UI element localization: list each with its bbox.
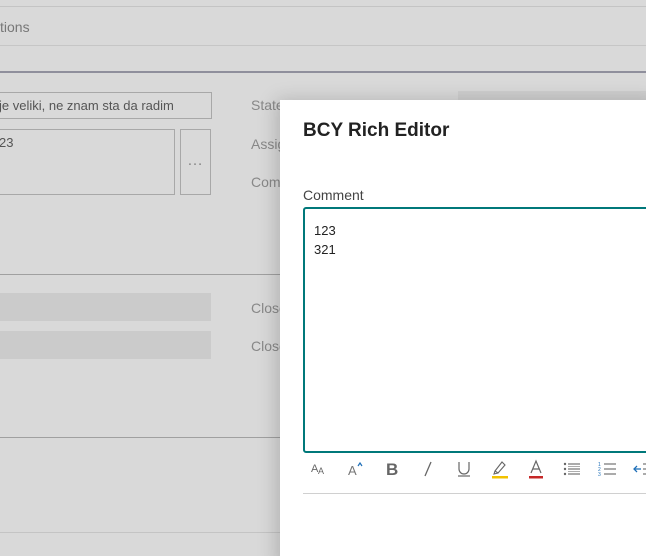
more-options-button[interactable]: … [180,129,211,195]
description-field[interactable]: 23 [0,129,175,195]
svg-text:A: A [348,463,357,477]
bullet-list-icon[interactable] [559,456,585,482]
readonly-field-2 [0,331,211,359]
section-divider [0,274,280,275]
page: tions je veliki, ne znam sta da radim 23… [0,0,646,556]
comment-line: 321 [314,242,336,257]
toolbar-divider [303,493,646,494]
svg-text:B: B [386,460,398,478]
superscript-icon[interactable]: A [343,456,369,482]
svg-text:3: 3 [598,472,601,477]
comment-editor[interactable]: 123 321 [303,207,646,453]
numbered-list-icon[interactable]: 123 [595,456,621,482]
comment-label-bg: Com [251,174,281,190]
comment-label: Comment [303,187,364,203]
dialog-title: BCY Rich Editor [303,120,450,141]
highlight-icon[interactable] [487,456,513,482]
formatting-toolbar: AA A B 1 2 3 [303,456,646,482]
italic-icon[interactable] [415,456,441,482]
header-divider [0,71,646,73]
comment-line: 123 [314,223,336,238]
svg-text:A: A [318,466,324,476]
top-divider [0,6,646,7]
state-label: State [251,97,284,113]
title-field[interactable]: je veliki, ne znam sta da radim [0,92,212,119]
section-divider-2 [0,437,280,438]
font-size-icon[interactable]: AA [307,456,333,482]
bold-icon[interactable]: B [379,456,405,482]
tab-divider [0,45,646,46]
font-color-icon[interactable] [523,456,549,482]
outdent-icon[interactable] [629,456,646,482]
actions-tab[interactable]: tions [0,19,30,35]
underline-icon[interactable] [451,456,477,482]
rich-editor-dialog: BCY Rich Editor Comment 123 321 AA A B 1… [280,100,646,556]
readonly-field-1 [0,293,211,321]
bottom-divider [0,532,280,533]
